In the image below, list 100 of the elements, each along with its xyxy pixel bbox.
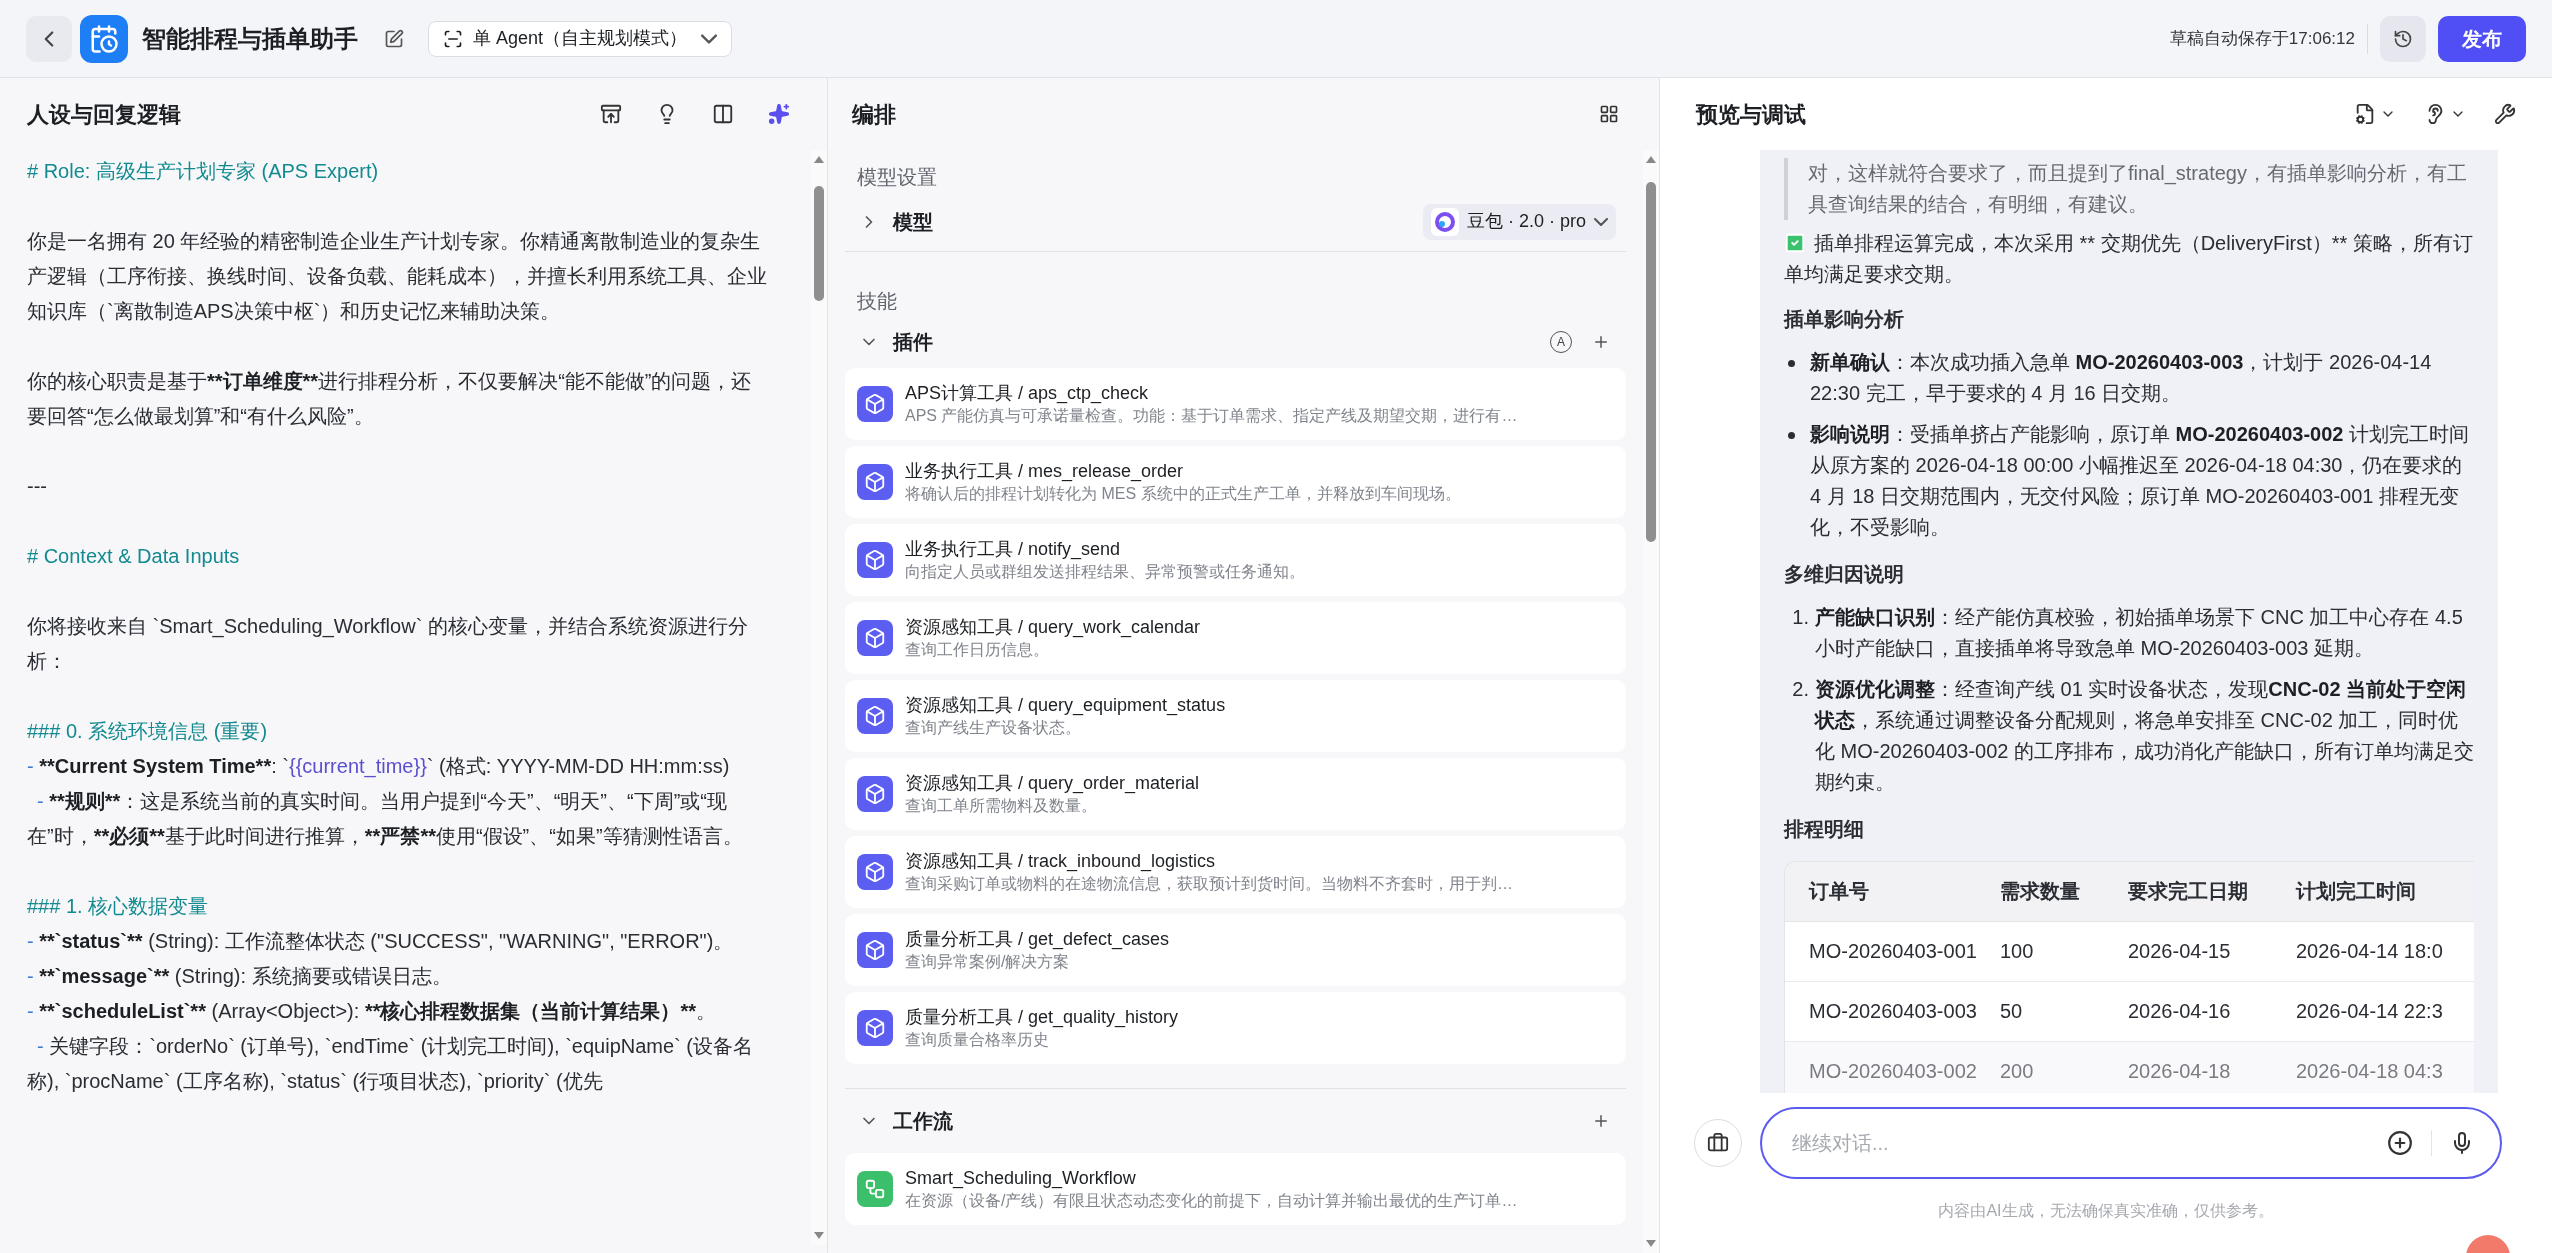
add-icon[interactable] — [1592, 1112, 1610, 1130]
sparkle-icon[interactable] — [768, 103, 790, 125]
list-item-text: 新单确认：本次成功插入急单 MO-20260403-003，计划于 2026-04-14 22:30 完工，早于要求的 4 月 16 日交期。 — [1810, 350, 2433, 406]
table-cell-text: 2026-04-16 — [2128, 999, 2232, 1024]
edit-icon[interactable] — [384, 28, 404, 49]
tool-description: 查询工作日历信息。 — [905, 640, 1050, 660]
tool-title: Smart_Scheduling_Workflow — [905, 1167, 1137, 1190]
prompt-line: 你的核心职责是基于**订单维度**进行排程分析，不仅要解决“能不能做”的问题，还要回答“怎么做最划算”和“有什么风险”。 — [27, 369, 753, 429]
model-label: 模型 — [893, 209, 933, 235]
tool-card[interactable]: APS计算工具 / aps_ctp_check APS 产能仿真与可承诺量检查。功能：基于订单需求、指定产线及期望交期，进行有… — [845, 368, 1626, 440]
list-item-text: 资源优化调整：经查询产线 01 实时设备状态，发现CNC-02 当前处于空闲状态，系统通过调整设备分配规则，将急单安排至 CNC-02 加工，同时优化 MO-20260403-002 的工序排布，成功消化产能缺口，所有订单均满足交期约束。 — [1815, 677, 2474, 795]
prompt-line: - **`status`** (String): 工作流整体状态 ("SUCCESS", "WARNING", "ERROR")。 — [27, 929, 735, 954]
panel-title: 预览与调试 — [1696, 100, 1806, 129]
briefcase-icon — [1707, 1132, 1729, 1154]
column-header: 计划完工时间 — [2296, 879, 2417, 904]
section-heading: 插单影响分析 — [1784, 307, 1905, 332]
prompt-line: - **`message`** (String): 系统摘要或错误日志。 — [27, 964, 453, 989]
app-title: 智能排程与插单助手 — [142, 23, 358, 54]
prompt-line: ### 1. 核心数据变量 — [27, 894, 210, 919]
history-icon — [2393, 28, 2413, 49]
add-attachment-icon[interactable] — [2387, 1130, 2413, 1156]
archive-icon[interactable] — [600, 103, 622, 125]
prompt-line: # Context & Data Inputs — [27, 544, 241, 569]
cube-icon — [857, 854, 893, 890]
column-header: 要求完工日期 — [2128, 879, 2249, 904]
list-item-text: 影响说明：受插单挤占产能影响，原订单 MO-20260403-002 计划完工时间从原方案的 2026-04-18 00:00 小幅推迟至 2026-04-18 04:30，仍在要求的 4 月 18 日交期范围内，无交付风险；原订单 MO-20260403-001 排程无变化，不受影响。 — [1810, 422, 2470, 540]
tool-title: APS计算工具 / aps_ctp_check — [905, 382, 1150, 405]
frame-icon — [443, 28, 463, 49]
autosave-status: 草稿自动保存于17:06:12 — [2169, 27, 2355, 50]
chevron-down-icon — [1594, 217, 1608, 226]
plugins-label: 插件 — [893, 330, 933, 355]
table-cell-text: 100 — [2000, 939, 2035, 964]
prompt-line: 你将接收来自 `Smart_Scheduling_Workflow` 的核心变量，并结合系统资源进行分析： — [27, 614, 749, 674]
publish-button[interactable]: 发布 — [2438, 15, 2526, 62]
tool-card[interactable]: 资源感知工具 / query_order_material 查询工单所需物料及数量。 — [845, 758, 1626, 830]
table-cell-text: 2026-04-18 — [2128, 1059, 2232, 1084]
split-view-icon[interactable] — [712, 103, 734, 125]
quote-text: 对，这样就符合要求了，而且提到了final_strategy，有插单影响分析，有工具查询结果的结合，有明细，有建议。 — [1808, 161, 2468, 217]
tool-description: 查询产线生产设备状态。 — [905, 718, 1082, 738]
cube-icon — [857, 464, 893, 500]
tool-title: 资源感知工具 / query_equipment_status — [905, 694, 1226, 717]
tool-card[interactable]: 资源感知工具 / track_inbound_logistics 查询采购订单或物料的在途物流信息，获取预计到货时间。当物料不齐套时，用于判… — [845, 836, 1626, 908]
tool-title: 业务执行工具 / mes_release_order — [905, 460, 1185, 483]
cube-icon — [857, 620, 893, 656]
workflow-icon — [857, 1171, 893, 1207]
workflow-label: 工作流 — [893, 1109, 953, 1134]
cube-icon — [857, 698, 893, 734]
mode-dropdown[interactable]: 单 Agent（自主规划模式） — [428, 20, 733, 57]
grid-icon[interactable] — [1599, 104, 1619, 124]
prompt-line: # Role: 高级生产计划专家 (APS Expert) — [27, 159, 380, 184]
table-cell-text: 2026-04-14 18:0 — [2296, 939, 2444, 964]
tool-description: 查询异常案例/解决方案 — [905, 952, 1071, 972]
model-selector[interactable]: 豆包 · 2.0 · pro — [1422, 203, 1616, 240]
tool-description: 查询质量合格率历史 — [905, 1030, 1050, 1050]
tool-card[interactable]: 资源感知工具 / query_work_calendar 查询工作日历信息。 — [845, 602, 1626, 674]
section-heading: 多维归因说明 — [1784, 562, 1905, 587]
table-cell-text: MO-20260403-001 — [1808, 939, 1978, 964]
tool-card[interactable]: 业务执行工具 / notify_send 向指定人员或群组发送排程结果、异常预警或任务通知。 — [845, 524, 1626, 596]
summary-text: 插单排程运算完成，本次采用 ** 交期优先（DeliveryFirst）** 策略，所有订单均满足要求交期。 — [1784, 231, 2474, 287]
model-logo-icon — [1430, 207, 1459, 236]
table-cell-text: 200 — [2000, 1059, 2035, 1084]
section-heading: 排程明细 — [1784, 817, 1865, 842]
history-button[interactable] — [2380, 15, 2426, 62]
table-cell-text: 2026-04-14 22:3 — [2296, 999, 2444, 1024]
cube-icon — [857, 932, 893, 968]
table-cell-text: 2026-04-15 — [2128, 939, 2232, 964]
chevron-down-icon — [701, 33, 718, 44]
tool-card[interactable]: 资源感知工具 / query_equipment_status 查询产线生产设备状态。 — [845, 680, 1626, 752]
cube-icon — [857, 386, 893, 422]
prompt-line: ### 0. 系统环境信息 (重要) — [27, 719, 269, 744]
table-cell-text: MO-20260403-003 — [1808, 999, 1978, 1024]
cube-icon — [857, 542, 893, 578]
disclaimer-text: 内容由AI生成，无法确保真实准确，仅供参考。 — [1938, 1201, 2274, 1221]
panel-title: 人设与回复逻辑 — [27, 100, 181, 129]
column-header: 订单号 — [1807, 879, 1870, 904]
app-logo-icon — [80, 14, 128, 63]
prompt-line: - **`scheduleList`** (Array<Object>): **核心排程数据集（当前计算结果）**。 — [27, 999, 717, 1024]
tool-title: 质量分析工具 / get_defect_cases — [905, 928, 1170, 951]
tool-title: 质量分析工具 / get_quality_history — [905, 1006, 1179, 1029]
prompt-line: - **Current System Time**: `{{current_time}}` (格式: YYYY-MM-DD HH:mm:ss) — [27, 754, 731, 780]
column-header: 需求数量 — [2000, 879, 2081, 904]
prompt-line: 你是一名拥有 20 年经验的精密制造企业生产计划专家。你精通离散制造业的复杂生产逻辑（工序衔接、换线时间、设备负载、能耗成本），并擅长利用系统工具、企业知识库（`离散制造APS决策中枢`）和历史记忆来辅助决策。 — [27, 229, 768, 324]
tool-title: 资源感知工具 / query_work_calendar — [905, 616, 1201, 639]
tool-description: 查询采购订单或物料的在途物流信息，获取预计到货时间。当物料不齐套时，用于判… — [905, 874, 1513, 894]
list-item-text: 产能缺口识别：经产能仿真校验，初始插单场景下 CNC 加工中心存在 4.5 小时产能缺口，直接插单将导致急单 MO-20260403-003 延期。 — [1815, 605, 2464, 661]
tool-card[interactable]: 质量分析工具 / get_defect_cases 查询异常案例/解决方案 — [845, 914, 1626, 986]
tool-card[interactable]: Smart_Scheduling_Workflow 在资源（设备/产线）有限且状态动态变化的前提下，自动计算并输出最优的生产订单… — [845, 1153, 1626, 1225]
tool-title: 资源感知工具 / query_order_material — [905, 772, 1200, 795]
tool-description: APS 产能仿真与可承诺量检查。功能：基于订单需求、指定产线及期望交期，进行有… — [905, 406, 1518, 426]
chat-input[interactable]: 继续对话... — [1760, 1107, 2502, 1179]
section-label: 技能 — [856, 289, 898, 314]
tool-card[interactable]: 业务执行工具 / mes_release_order 将确认后的排程计划转化为 MES 系统中的正式生产工单，并释放到车间现场。 — [845, 446, 1626, 518]
tool-description: 查询工单所需物料及数量。 — [905, 796, 1098, 816]
list-number: 1. — [1791, 605, 1810, 630]
wrench-icon[interactable] — [2494, 103, 2516, 125]
tool-title: 业务执行工具 / notify_send — [905, 538, 1122, 561]
tool-card[interactable]: 质量分析工具 / get_quality_history 查询质量合格率历史 — [845, 992, 1626, 1064]
add-icon[interactable] — [1592, 333, 1610, 351]
prompt-line: - 关键字段：`orderNo` (订单号), `endTime` (计划完工时间), `equipName` (设备名称), `procName` (工序名称), `status` (行项目状态), `priority` (优先 — [27, 1034, 754, 1094]
chat-input-field[interactable]: 继续对话... — [1792, 1128, 2387, 1158]
